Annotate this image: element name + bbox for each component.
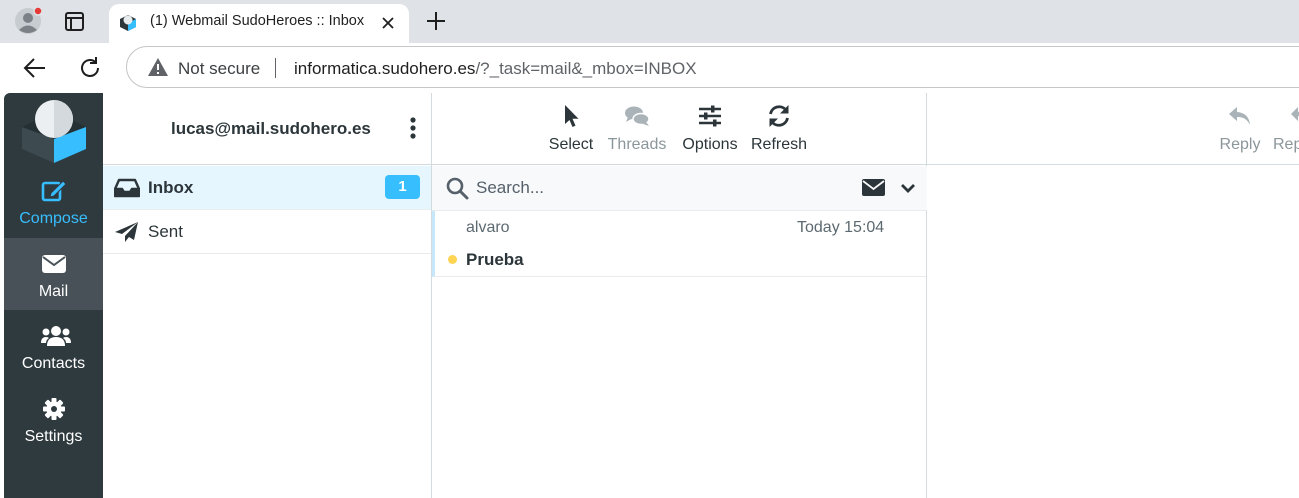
message-list-panel: Select Threads Options Refresh Search...… xyxy=(432,93,927,498)
select-label: Select xyxy=(548,136,594,153)
search-input[interactable] xyxy=(476,174,856,202)
users-icon xyxy=(40,324,71,348)
reply-button[interactable]: Reply xyxy=(1217,103,1263,159)
warning-triangle-icon[interactable] xyxy=(147,57,169,77)
message-sender: alvaro xyxy=(466,219,510,236)
reply-all-label: Reply all xyxy=(1273,136,1299,153)
contacts-nav-item[interactable]: Contacts xyxy=(4,310,103,382)
envelope-filter-icon[interactable] xyxy=(861,178,887,198)
folder-inbox[interactable]: Inbox 1 xyxy=(103,166,431,210)
gear-icon xyxy=(41,397,67,421)
back-arrow-icon[interactable] xyxy=(22,55,48,81)
unread-dot-icon[interactable] xyxy=(448,255,457,264)
cursor-pointer-icon xyxy=(558,103,584,129)
folder-sent-label: Sent xyxy=(148,222,183,241)
account-email: lucas@mail.sudohero.es xyxy=(171,119,371,138)
threads-button[interactable]: Threads xyxy=(606,103,668,159)
compose-label: Compose xyxy=(19,210,88,227)
mail-search-bar xyxy=(432,166,927,211)
tab-actions-icon[interactable] xyxy=(60,10,90,34)
webmail-app: Compose Mail Contacts Settings lucas@mai… xyxy=(4,93,1299,498)
settings-nav-item[interactable]: Settings xyxy=(4,383,103,455)
compose-button[interactable]: Compose xyxy=(4,165,103,237)
reload-icon[interactable] xyxy=(77,55,103,81)
comments-icon xyxy=(624,103,650,129)
compose-pencil-icon xyxy=(41,179,67,203)
paper-plane-icon xyxy=(114,221,140,243)
reply-label: Reply xyxy=(1219,136,1261,153)
folder-sent[interactable]: Sent xyxy=(103,210,431,254)
folder-list-panel: lucas@mail.sudohero.es Inbox 1 Sent xyxy=(103,93,432,498)
unread-count-badge: 1 xyxy=(385,175,420,199)
message-toolbar: Reply Reply all xyxy=(927,93,1299,165)
folder-list-header: lucas@mail.sudohero.es xyxy=(103,93,431,165)
message-subject: Prueba xyxy=(466,250,524,269)
inbox-tray-icon xyxy=(113,177,141,199)
threads-label: Threads xyxy=(607,136,667,153)
reply-all-arrow-icon xyxy=(1290,103,1299,129)
message-date: Today 15:04 xyxy=(797,219,885,236)
roundcube-logo-icon[interactable] xyxy=(20,99,88,163)
refresh-button[interactable]: Refresh xyxy=(750,103,808,159)
tab-title: (1) Webmail SudoHeroes :: Inbox xyxy=(150,13,365,29)
reply-all-button[interactable]: Reply all xyxy=(1273,103,1299,159)
message-list-toolbar: Select Threads Options Refresh xyxy=(432,93,927,165)
browser-tab-active[interactable]: (1) Webmail SudoHeroes :: Inbox xyxy=(109,4,409,43)
new-tab-plus-icon[interactable] xyxy=(424,9,448,33)
browser-tab-strip: (1) Webmail SudoHeroes :: Inbox xyxy=(0,0,1299,43)
folder-inbox-label: Inbox xyxy=(148,178,194,197)
contacts-label: Contacts xyxy=(21,355,86,372)
list-options-button[interactable]: Options xyxy=(680,103,740,159)
chevron-down-icon[interactable] xyxy=(900,180,916,196)
address-bar[interactable]: Not secure informatica.sudohero.es/?_tas… xyxy=(126,46,1299,88)
browser-toolbar: Not secure informatica.sudohero.es/?_tas… xyxy=(0,43,1299,93)
url-path: /?_task=mail&_mbox=INBOX xyxy=(475,59,697,78)
address-separator xyxy=(275,58,276,78)
roundcube-favicon-icon xyxy=(118,13,138,33)
message-preview-panel: Reply Reply all xyxy=(927,93,1299,498)
more-options-icon[interactable] xyxy=(407,115,419,143)
sliders-icon xyxy=(697,103,723,129)
refresh-arrows-icon xyxy=(766,103,792,129)
select-button[interactable]: Select xyxy=(545,103,597,159)
main-navigation-rail: Compose Mail Contacts Settings xyxy=(4,93,103,498)
message-row[interactable]: alvaro Today 15:04 Prueba xyxy=(432,211,926,277)
not-secure-label[interactable]: Not secure xyxy=(178,59,260,79)
search-icon[interactable] xyxy=(445,176,469,200)
tab-close-icon[interactable] xyxy=(378,13,398,33)
refresh-label: Refresh xyxy=(750,136,808,153)
settings-label: Settings xyxy=(24,428,83,445)
mail-nav-item[interactable]: Mail xyxy=(4,238,103,310)
mail-label: Mail xyxy=(38,283,69,300)
url-host: informatica.sudohero.es xyxy=(294,59,476,78)
options-label: Options xyxy=(682,136,738,153)
url-text[interactable]: informatica.sudohero.es/?_task=mail&_mbo… xyxy=(294,59,697,79)
profile-avatar-icon[interactable] xyxy=(12,5,44,37)
reply-arrow-icon xyxy=(1227,103,1253,129)
envelope-icon xyxy=(41,252,67,276)
